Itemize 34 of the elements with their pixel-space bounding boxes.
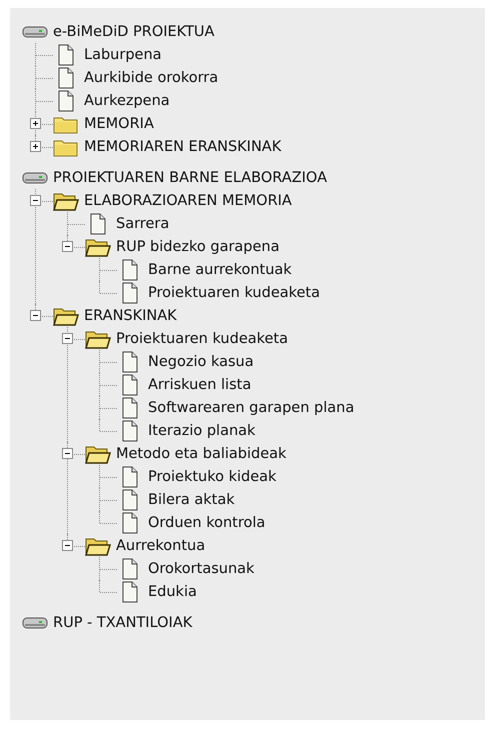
tree-item[interactable]: Arriskuen lista [148,376,252,392]
collapse-icon[interactable] [62,241,73,252]
expand-icon[interactable] [30,141,41,152]
tree-item[interactable]: Iterazio planak [148,422,256,438]
tree-item[interactable]: Laburpena [84,46,162,62]
tree-item[interactable]: Aurrekontua [116,538,206,554]
tree-item[interactable]: MEMORIAREN ERANSKINAK [84,138,282,154]
collapse-icon[interactable] [62,448,73,459]
tree-item[interactable]: Aurkezpena [84,92,170,108]
tree-root[interactable]: e-BiMeDiD PROIEKTUA [53,24,214,40]
tree-item[interactable]: Aurkibide orokorra [84,70,218,86]
tree-item[interactable]: Bilera aktak [148,492,235,508]
collapse-icon[interactable] [30,195,41,206]
tree-item[interactable]: Edukia [148,584,197,600]
tree-item[interactable]: Proiektuko kideak [148,468,276,484]
tree-item[interactable]: ERANSKINAK [84,308,177,324]
tree-item[interactable]: Sarrera [116,216,170,232]
tree-root[interactable]: PROIEKTUAREN BARNE ELABORAZIOA [53,170,327,186]
tree-item[interactable]: MEMORIA [84,116,154,132]
tree-item[interactable]: Softwarearen garapen plana [148,400,354,416]
tree-item[interactable]: RUP bidezko garapena [116,238,280,254]
tree-item[interactable]: Proiektuaren kudeaketa [116,330,288,346]
tree-item[interactable]: Barne aurrekontuak [148,262,292,278]
tree-item[interactable]: Orokortasunak [148,560,254,576]
tree-item[interactable]: Orduen kontrola [148,514,266,530]
collapse-icon[interactable] [62,540,73,551]
tree-item[interactable]: Metodo eta baliabideak [116,446,286,462]
expand-icon[interactable] [30,118,41,129]
tree-item[interactable]: Negozio kasua [148,354,254,370]
tree-item[interactable]: ELABORAZIOAREN MEMORIA [84,192,292,208]
tree-root[interactable]: RUP - TXANTILOIAK [53,614,192,630]
collapse-icon[interactable] [30,310,41,321]
collapse-icon[interactable] [62,333,73,344]
tree-item[interactable]: Proiektuaren kudeaketa [148,284,320,300]
